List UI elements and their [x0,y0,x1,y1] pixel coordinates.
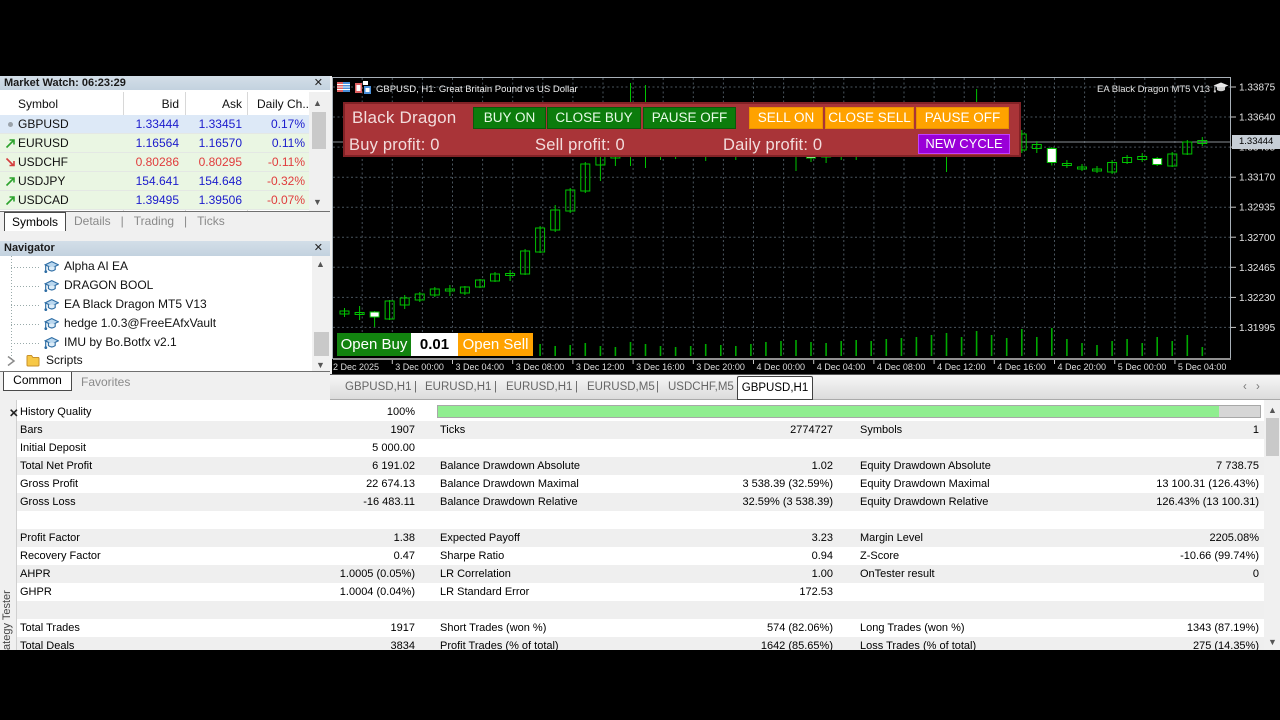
svg-text:1.32935: 1.32935 [1239,203,1276,214]
svg-text:4 Dec 00:00: 4 Dec 00:00 [757,362,806,372]
svg-text:3 Dec 08:00: 3 Dec 08:00 [516,362,565,372]
svg-text:1.33640: 1.33640 [1239,113,1276,124]
svg-text:2 Dec 2025: 2 Dec 2025 [333,362,379,372]
svg-text:3 Dec 04:00: 3 Dec 04:00 [456,362,505,372]
svg-text:3 Dec 20:00: 3 Dec 20:00 [696,362,745,372]
svg-text:5 Dec 04:00: 5 Dec 04:00 [1178,362,1227,372]
svg-text:1.33170: 1.33170 [1239,173,1276,184]
svg-text:1.33875: 1.33875 [1239,83,1276,94]
svg-text:3 Dec 16:00: 3 Dec 16:00 [636,362,685,372]
svg-text:1.32465: 1.32465 [1239,263,1276,274]
svg-text:1.31995: 1.31995 [1239,323,1276,334]
svg-text:3 Dec 00:00: 3 Dec 00:00 [395,362,444,372]
svg-text:4 Dec 04:00: 4 Dec 04:00 [817,362,866,372]
svg-text:5 Dec 00:00: 5 Dec 00:00 [1118,362,1167,372]
svg-text:1.32700: 1.32700 [1239,233,1276,244]
svg-text:4 Dec 20:00: 4 Dec 20:00 [1058,362,1107,372]
svg-text:4 Dec 16:00: 4 Dec 16:00 [997,362,1046,372]
svg-text:1.32230: 1.32230 [1239,293,1276,304]
svg-text:4 Dec 08:00: 4 Dec 08:00 [877,362,926,372]
svg-text:3 Dec 12:00: 3 Dec 12:00 [576,362,625,372]
svg-text:4 Dec 12:00: 4 Dec 12:00 [937,362,986,372]
